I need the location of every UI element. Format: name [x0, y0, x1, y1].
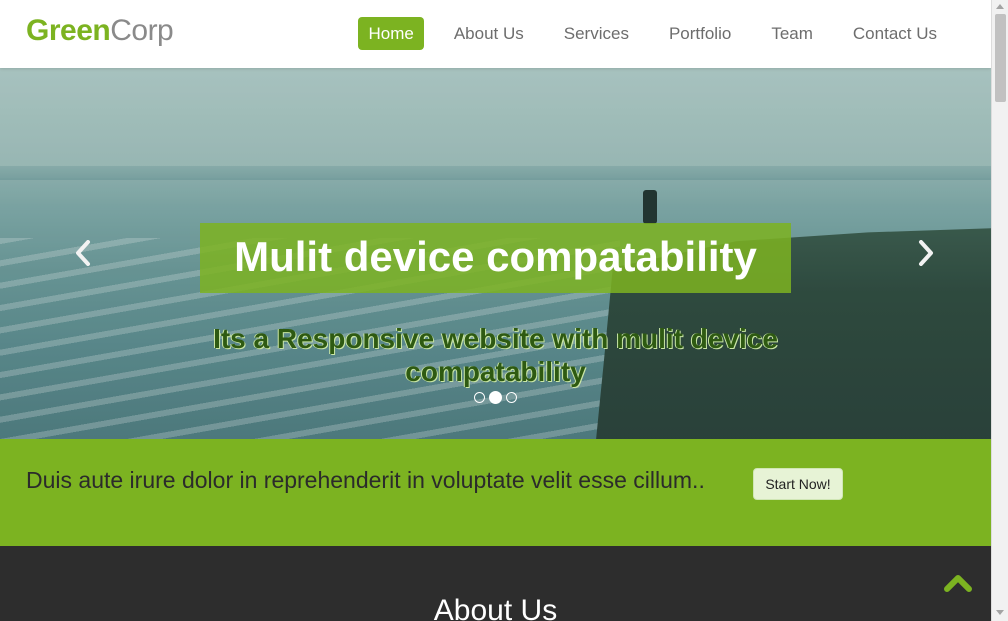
hero-carousel: Mulit device compatability Its a Respons… — [0, 68, 991, 439]
nav-item-team[interactable]: Team — [761, 17, 823, 50]
nav-item-services[interactable]: Services — [554, 17, 639, 50]
page-scrollbar[interactable] — [991, 0, 1008, 621]
nav-item-portfolio[interactable]: Portfolio — [659, 17, 741, 50]
cta-band: Duis aute irure dolor in reprehenderit i… — [0, 439, 991, 546]
caption-title-box: Mulit device compatability — [200, 223, 791, 293]
carousel-indicator-1[interactable] — [474, 392, 485, 403]
chevron-up-icon[interactable] — [944, 572, 972, 594]
page: GreenCorp Home About Us Services Portfol… — [0, 0, 991, 621]
nav-item-about-us[interactable]: About Us — [444, 17, 534, 50]
about-title: About Us — [433, 594, 558, 621]
about-section: About Us — [0, 546, 991, 621]
brand-part-green: Green — [26, 14, 111, 47]
nav-item-home[interactable]: Home — [358, 17, 424, 50]
start-now-button[interactable]: Start Now! — [753, 468, 843, 500]
chevron-right-icon[interactable] — [917, 240, 935, 272]
cta-text: Duis aute irure dolor in reprehenderit i… — [26, 467, 705, 493]
hero-title: Mulit device compatability — [234, 233, 757, 280]
hero-subtitle: Its a Responsive website with mulit devi… — [213, 323, 778, 387]
carousel-indicator-2[interactable] — [489, 391, 502, 404]
scrollbar-thumb[interactable] — [995, 14, 1006, 102]
brand-part-corp: Corp — [110, 14, 174, 47]
nav-item-contact-us[interactable]: Contact Us — [843, 17, 947, 50]
brand-logo[interactable]: GreenCorp — [26, 14, 174, 48]
carousel-indicator-3[interactable] — [506, 392, 517, 403]
navbar: GreenCorp Home About Us Services Portfol… — [0, 0, 991, 68]
main-nav: Home About Us Services Portfolio Team Co… — [358, 17, 947, 50]
carousel-indicators — [474, 391, 517, 404]
scroll-down-arrow-icon[interactable] — [996, 610, 1004, 615]
scroll-up-arrow-icon[interactable] — [996, 4, 1004, 9]
chevron-left-icon[interactable] — [74, 240, 92, 272]
